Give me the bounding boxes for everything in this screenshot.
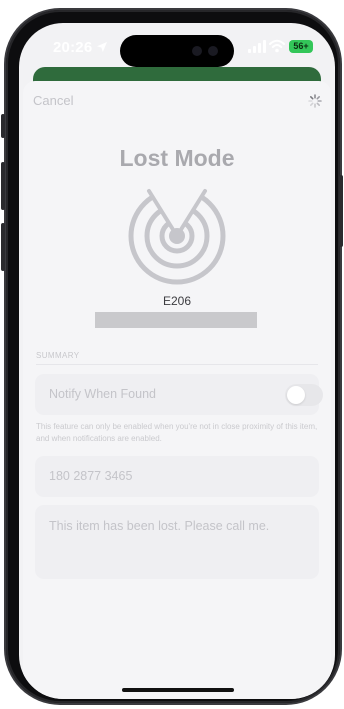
phone-number-field[interactable]: 180 2877 3465 [35,456,319,497]
screen: 20:26 56+ Cancel Lost Mode E206 SUMMARY … [19,23,335,699]
message-value: This item has been lost. Please call me. [49,519,270,533]
cancel-button[interactable]: Cancel [33,93,73,108]
camera-dot [192,46,202,56]
home-indicator[interactable] [122,688,234,692]
battery-icon: 56+ [289,40,313,53]
section-header-summary: SUMMARY [36,351,80,360]
volume-down-button [1,223,5,271]
phone-number-value: 180 2877 3465 [49,469,133,483]
volume-up-button [1,162,5,210]
battery-level: 56+ [293,41,309,51]
section-divider [36,364,318,365]
signal-icon [248,40,266,53]
notify-when-found-label: Notify When Found [49,387,156,401]
notify-when-found-toggle[interactable] [285,384,323,406]
location-arrow-icon [97,42,107,52]
status-time: 20:26 [53,39,93,56]
toggle-knob [287,386,305,404]
sensor-dot [208,46,218,56]
device-name: E206 [162,294,192,308]
notify-when-found-row: Notify When Found [35,374,323,415]
lost-mode-sheet: Cancel Lost Mode E206 SUMMARY Notify Whe… [23,81,331,699]
dynamic-island [120,35,234,67]
notify-footnote: This feature can only be enabled when yo… [36,422,318,443]
message-field[interactable]: This item has been lost. Please call me. [35,505,319,579]
action-button [1,114,5,138]
radar-icon [128,182,226,285]
spinner-icon [308,94,322,108]
wifi-icon [269,39,285,53]
power-button [339,175,343,247]
page-title: Lost Mode [119,145,235,171]
redacted-subtitle [95,312,257,328]
